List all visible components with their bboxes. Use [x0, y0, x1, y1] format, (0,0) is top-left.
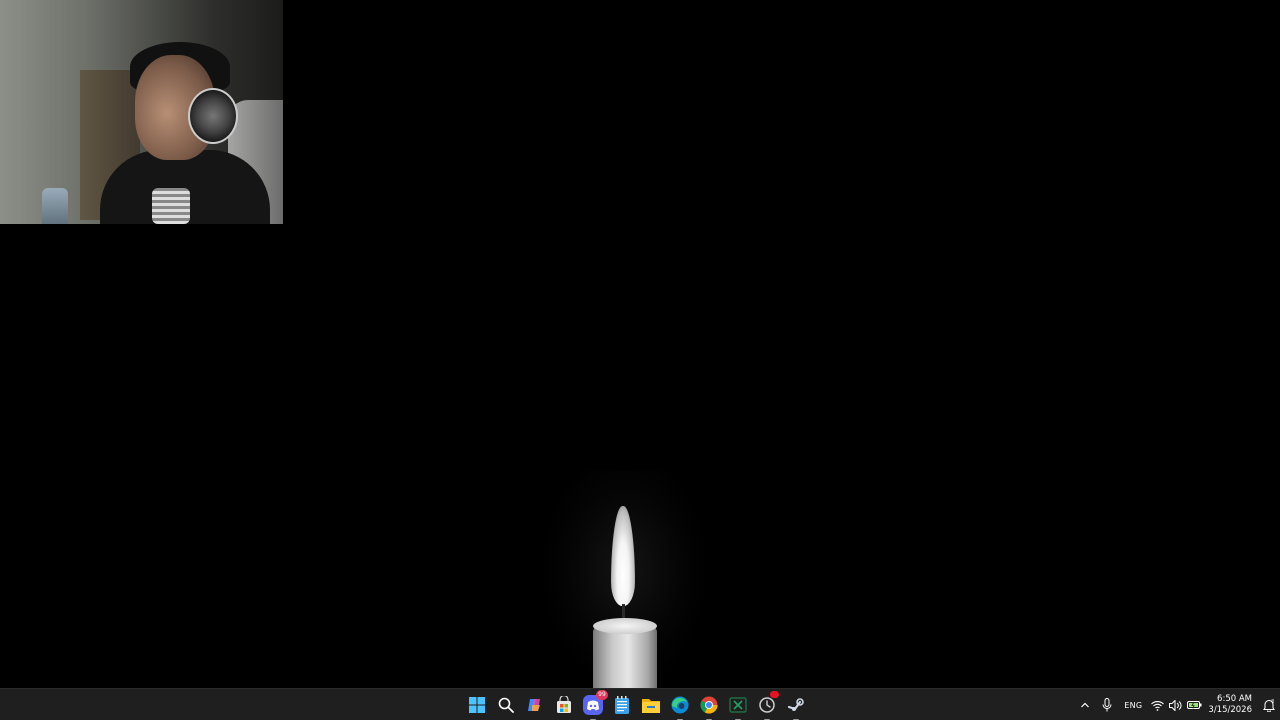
steam-button[interactable] [785, 694, 807, 720]
microphone-icon [1102, 698, 1112, 712]
windows-icon [469, 697, 485, 713]
headphones [188, 88, 238, 144]
microsoft-store-button[interactable] [553, 694, 575, 716]
candle-top [593, 618, 657, 634]
network-button[interactable] [1148, 689, 1166, 720]
search-icon [498, 697, 514, 713]
system-tray: ENG 6:50 AM 3/15/2026 [1074, 689, 1280, 720]
search-button[interactable] [495, 694, 517, 716]
chrome-icon [700, 696, 718, 714]
speaker-icon [1168, 699, 1182, 711]
chevron-up-icon [1081, 702, 1090, 708]
show-hidden-icons-button[interactable] [1074, 689, 1096, 720]
wifi-icon [1151, 700, 1164, 711]
notifications-button[interactable] [1258, 689, 1280, 720]
clock-time: 6:50 AM [1217, 694, 1252, 704]
microphone-status-button[interactable] [1096, 689, 1118, 720]
clock-date: 3/15/2026 [1208, 705, 1252, 715]
desktop[interactable] [0, 0, 1280, 688]
microphone [152, 188, 190, 224]
edge-icon [671, 696, 689, 714]
taskbar: 99 ENG 6:50 AM 3/15/2026 [0, 688, 1280, 720]
steam-icon [787, 698, 804, 711]
folder-icon [642, 699, 660, 713]
notification-dot [770, 691, 779, 698]
discord-notification-badge: 99 [596, 690, 608, 700]
store-icon [557, 696, 571, 713]
battery-button[interactable] [1184, 689, 1204, 720]
discord-button[interactable]: 99 [582, 690, 608, 720]
start-button[interactable] [466, 694, 488, 716]
taskbar-pinned-apps: 99 [466, 689, 807, 720]
excel-button[interactable] [727, 694, 749, 720]
input-language-indicator[interactable]: ENG [1118, 689, 1148, 720]
excel-icon [729, 697, 747, 713]
chrome-button[interactable] [698, 694, 720, 720]
edge-button[interactable] [669, 694, 691, 720]
notification-bell-icon [1263, 699, 1275, 712]
notepad-button[interactable] [611, 694, 633, 716]
notepad-icon [615, 696, 629, 714]
copilot-icon [528, 699, 540, 711]
volume-button[interactable] [1166, 689, 1184, 720]
webcam-overlay [0, 0, 283, 224]
clock-button[interactable]: 6:50 AM 3/15/2026 [1204, 689, 1258, 720]
file-explorer-button[interactable] [640, 694, 662, 716]
battery-charging-icon [1186, 701, 1202, 709]
tracker-button[interactable] [756, 691, 779, 720]
water-bottle [42, 188, 68, 224]
clock-app-icon [759, 697, 775, 713]
copilot-button[interactable] [524, 694, 546, 716]
